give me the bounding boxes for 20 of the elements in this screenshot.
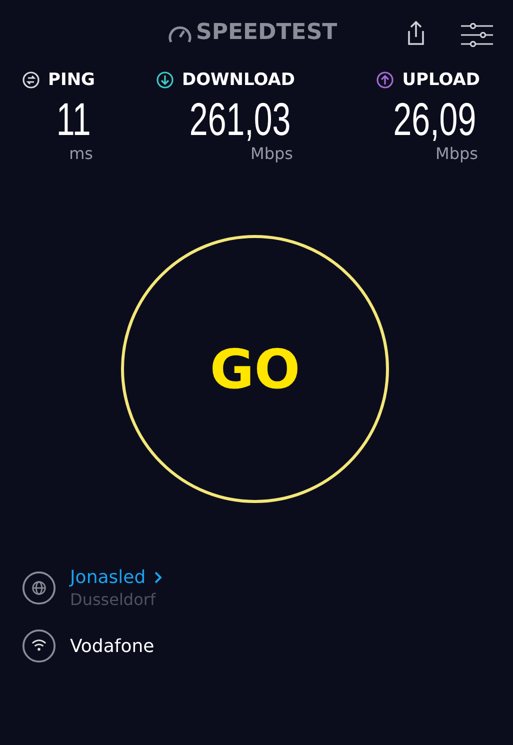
metric-unit: Mbps — [436, 144, 478, 163]
share-icon[interactable] — [405, 20, 427, 46]
server-location: Dusseldorf — [70, 590, 157, 609]
settings-icon[interactable] — [461, 23, 493, 47]
metric-label: DOWNLOAD — [182, 70, 295, 90]
metric-unit: Mbps — [250, 144, 293, 163]
metric-value: 26,09 — [393, 94, 476, 144]
globe-icon — [22, 571, 56, 605]
metric-label: UPLOAD — [402, 70, 480, 90]
chevron-icon — [154, 571, 162, 584]
go-button[interactable]: GO — [121, 235, 389, 503]
wifi-icon — [22, 629, 56, 663]
metric-unit: ms — [69, 144, 93, 163]
metric-label: PING — [48, 70, 95, 90]
server-link[interactable]: Jonasled — [70, 567, 146, 588]
metric-value: 261,03 — [190, 94, 291, 144]
provider-name: Vodafone — [70, 636, 154, 656]
metric-value: 11 — [56, 94, 91, 144]
gauge-icon — [168, 24, 192, 44]
app-logo: SPEEDTEST — [196, 20, 338, 45]
